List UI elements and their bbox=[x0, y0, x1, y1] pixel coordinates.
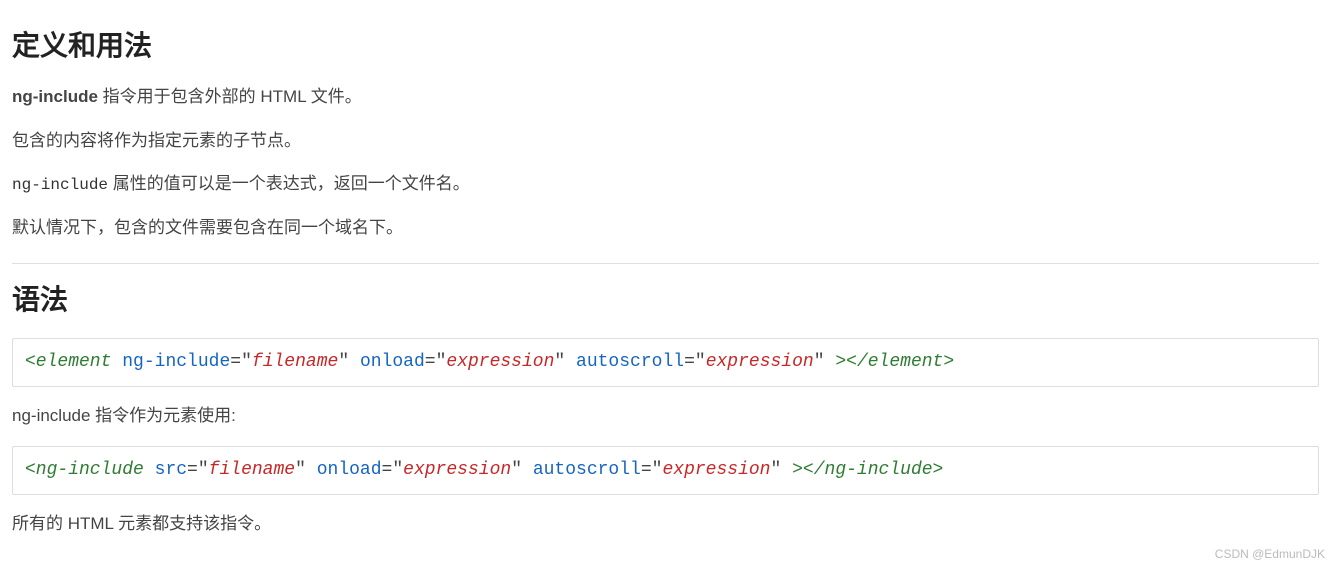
code-val-2: expression bbox=[403, 460, 511, 480]
code-val-3: expression bbox=[706, 352, 814, 372]
code-open-tag: <ng-include bbox=[25, 460, 144, 480]
code-eq: = bbox=[641, 460, 652, 480]
code-quote: " bbox=[241, 352, 252, 372]
code-val-1: filename bbox=[252, 352, 338, 372]
code-val-3: expression bbox=[662, 460, 770, 480]
code-quote: " bbox=[511, 460, 522, 480]
code-close-open: > bbox=[781, 460, 803, 480]
code-quote: " bbox=[436, 352, 447, 372]
code-quote: " bbox=[652, 460, 663, 480]
code-eq: = bbox=[187, 460, 198, 480]
ng-include-code: ng-include bbox=[12, 176, 108, 194]
code-quote: " bbox=[554, 352, 565, 372]
code-quote: " bbox=[814, 352, 825, 372]
code-attr-2: onload bbox=[360, 352, 425, 372]
code-quote: " bbox=[392, 460, 403, 480]
code-attr-3: autoscroll bbox=[576, 352, 684, 372]
code-quote: " bbox=[771, 460, 782, 480]
paragraph-definition-2: 包含的内容将作为指定元素的子节点。 bbox=[12, 128, 1319, 154]
code-quote: " bbox=[198, 460, 209, 480]
code-close-open: > bbox=[825, 352, 847, 372]
code-attr-1: ng-include bbox=[122, 352, 230, 372]
syntax-code-block-2: <ng-include src="filename" onload="expre… bbox=[12, 446, 1319, 495]
divider bbox=[12, 263, 1319, 264]
syntax-code-block-1: <element ng-include="filename" onload="e… bbox=[12, 338, 1319, 387]
paragraph-definition-1-rest: 指令用于包含外部的 HTML 文件。 bbox=[98, 87, 362, 106]
code-quote: " bbox=[695, 352, 706, 372]
paragraph-definition-3-rest: 属性的值可以是一个表达式，返回一个文件名。 bbox=[108, 174, 470, 193]
paragraph-definition-1: ng-include 指令用于包含外部的 HTML 文件。 bbox=[12, 84, 1319, 110]
code-quote: " bbox=[338, 352, 349, 372]
code-open-tag: <element bbox=[25, 352, 111, 372]
code-attr-1: src bbox=[155, 460, 187, 480]
code-eq: = bbox=[684, 352, 695, 372]
ng-include-bold: ng-include bbox=[12, 87, 98, 106]
paragraph-syntax-mid: ng-include 指令作为元素使用: bbox=[12, 403, 1319, 429]
code-val-1: filename bbox=[209, 460, 295, 480]
code-attr-2: onload bbox=[317, 460, 382, 480]
code-val-2: expression bbox=[446, 352, 554, 372]
code-eq: = bbox=[382, 460, 393, 480]
heading-syntax: 语法 bbox=[12, 278, 1319, 318]
heading-definition: 定义和用法 bbox=[12, 24, 1319, 64]
code-close-tag: </ng-include> bbox=[803, 460, 943, 480]
code-attr-3: autoscroll bbox=[533, 460, 641, 480]
code-close-tag: </element> bbox=[846, 352, 954, 372]
paragraph-syntax-end: 所有的 HTML 元素都支持该指令。 bbox=[12, 511, 1319, 537]
code-eq: = bbox=[425, 352, 436, 372]
paragraph-definition-3: ng-include 属性的值可以是一个表达式，返回一个文件名。 bbox=[12, 171, 1319, 197]
code-quote: " bbox=[295, 460, 306, 480]
watermark: CSDN @EdmunDJK bbox=[1215, 547, 1325, 561]
paragraph-definition-4: 默认情况下，包含的文件需要包含在同一个域名下。 bbox=[12, 215, 1319, 241]
code-eq: = bbox=[230, 352, 241, 372]
